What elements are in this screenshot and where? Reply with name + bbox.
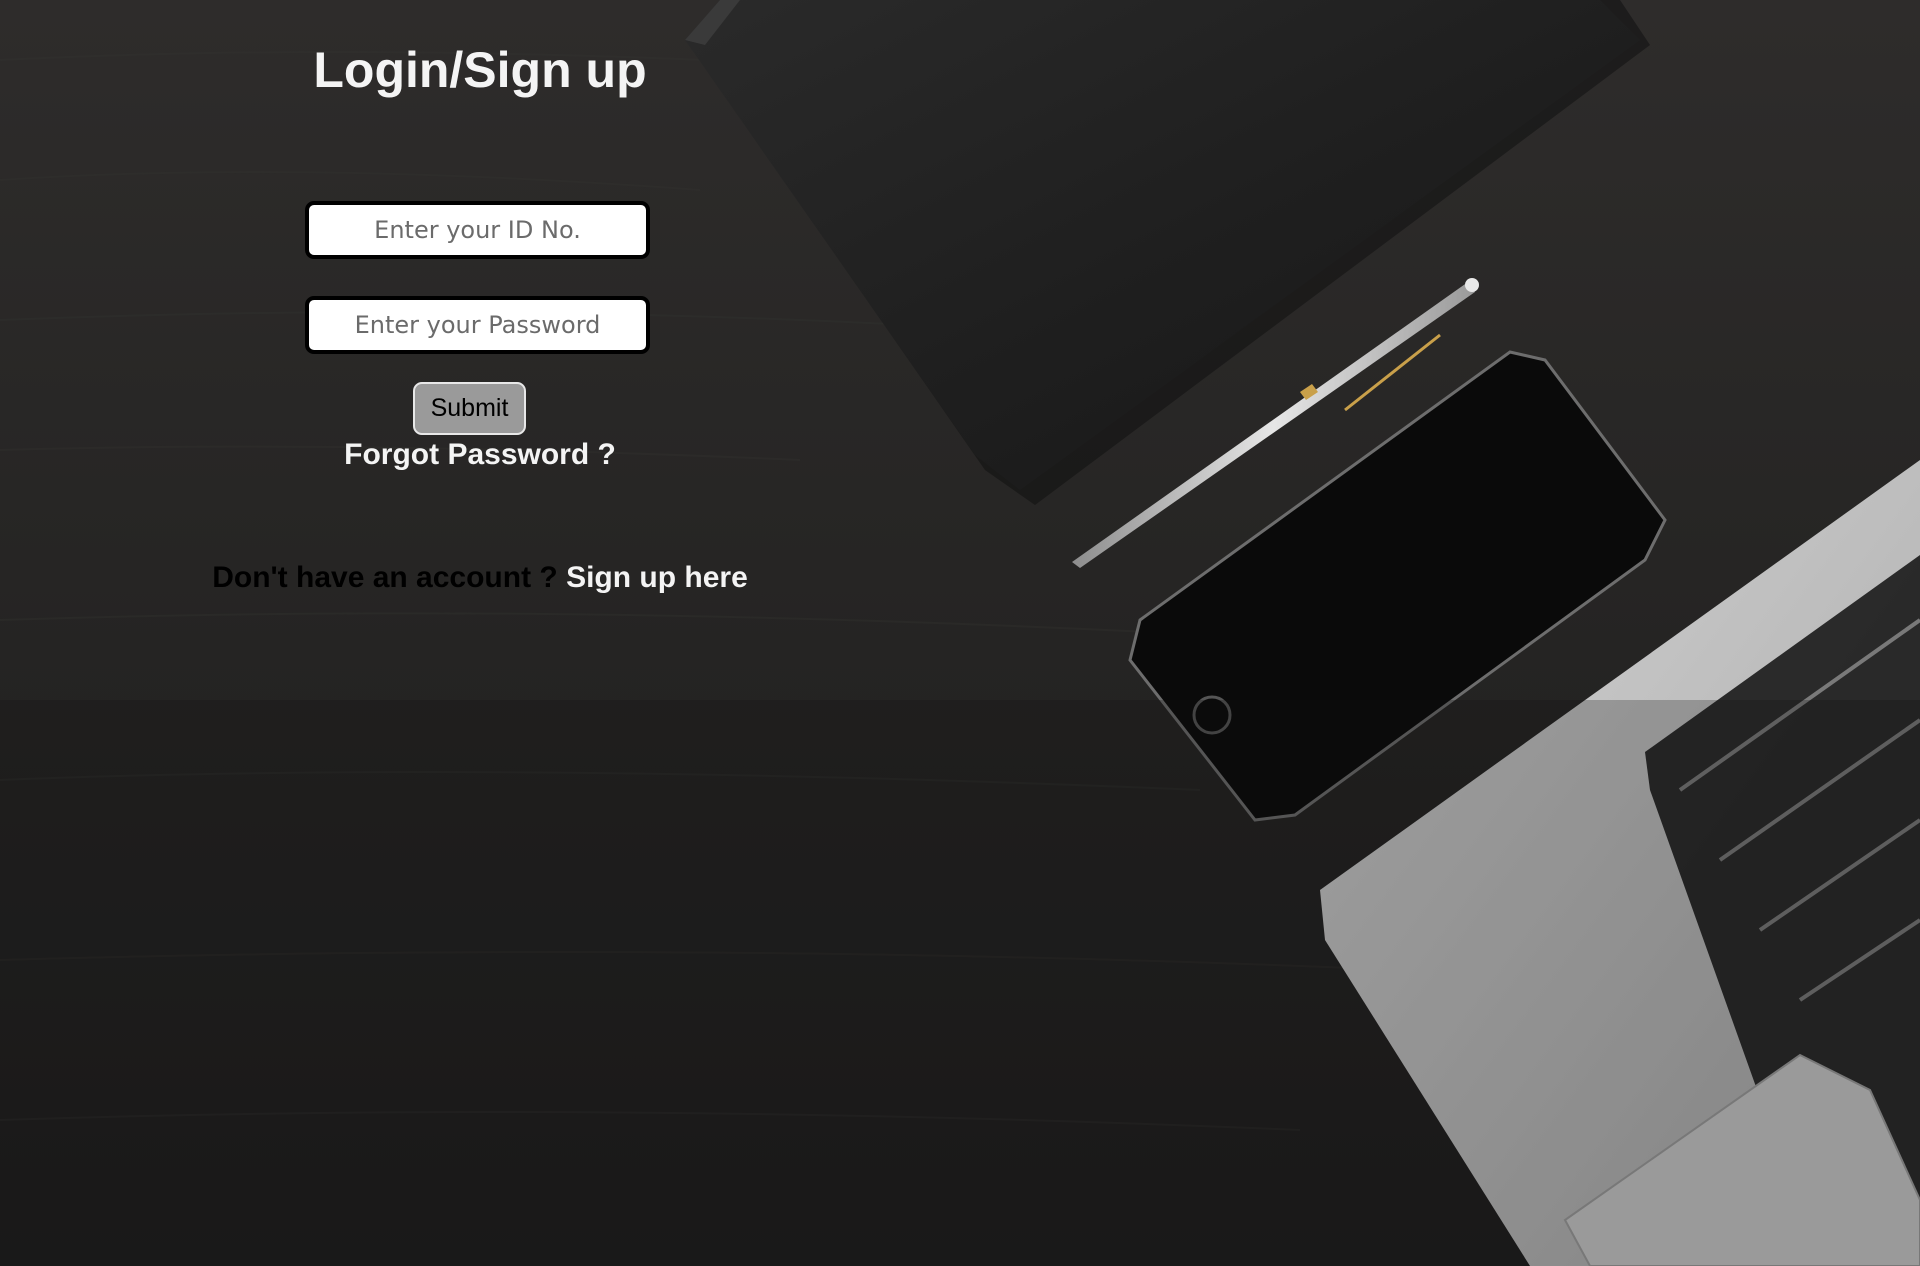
signup-prompt-line: Don't have an account ? Sign up here xyxy=(0,558,960,598)
forgot-password-link[interactable]: Forgot Password ? xyxy=(0,435,960,475)
password-input[interactable] xyxy=(305,296,650,354)
submit-button[interactable]: Submit xyxy=(413,382,526,435)
id-number-input[interactable] xyxy=(305,201,650,259)
page-title: Login/Sign up xyxy=(313,42,647,98)
signup-prompt-text: Don't have an account ? xyxy=(212,561,558,594)
login-panel: Login/Sign up Submit Forgot Password ? D… xyxy=(0,0,960,700)
signup-link[interactable]: Sign up here xyxy=(566,561,748,594)
